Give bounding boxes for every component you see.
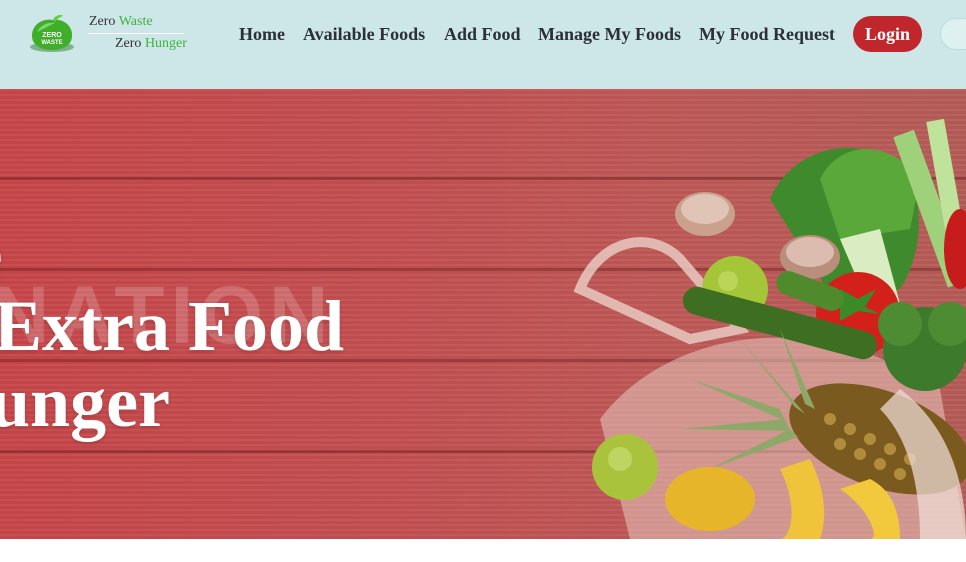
- brand-line-1: Zero Waste: [89, 14, 153, 30]
- theme-toggle[interactable]: [940, 18, 966, 50]
- brand-divider: [88, 33, 184, 34]
- brand-line-1-highlight: Waste: [118, 14, 153, 29]
- nav-link-available-foods[interactable]: Available Foods: [303, 24, 425, 45]
- nav-link-manage-my-foods[interactable]: Manage My Foods: [538, 24, 681, 45]
- nav-link-home[interactable]: Home: [239, 24, 285, 45]
- logo-text-top: ZERO: [42, 32, 62, 39]
- nav-link-add-food[interactable]: Add Food: [444, 24, 521, 45]
- brand-line-2-prefix: Zero: [115, 36, 145, 51]
- brand-line-2-highlight: Hunger: [144, 36, 187, 51]
- hero-banner: NATION Extra Food unger: [0, 89, 966, 539]
- brand-line-1-prefix: Zero: [89, 14, 119, 29]
- brand-line-2: Zero Hunger: [115, 36, 187, 52]
- page-content-area: [0, 539, 966, 562]
- produce-bag-image: [573, 118, 966, 539]
- zero-waste-logo[interactable]: ZERO WASTE: [27, 14, 77, 54]
- hero-heading-line-3: unger: [0, 362, 170, 442]
- brand-name: Zero Waste Zero Hunger: [88, 14, 188, 56]
- login-button[interactable]: Login: [853, 16, 922, 52]
- hero-heading-line-2: Extra Food: [0, 286, 344, 366]
- navbar: ZERO WASTE Zero Waste Zero Hunger Home A…: [0, 0, 966, 89]
- nav-link-my-food-request[interactable]: My Food Request: [699, 24, 835, 45]
- logo-text-bottom: WASTE: [41, 40, 62, 46]
